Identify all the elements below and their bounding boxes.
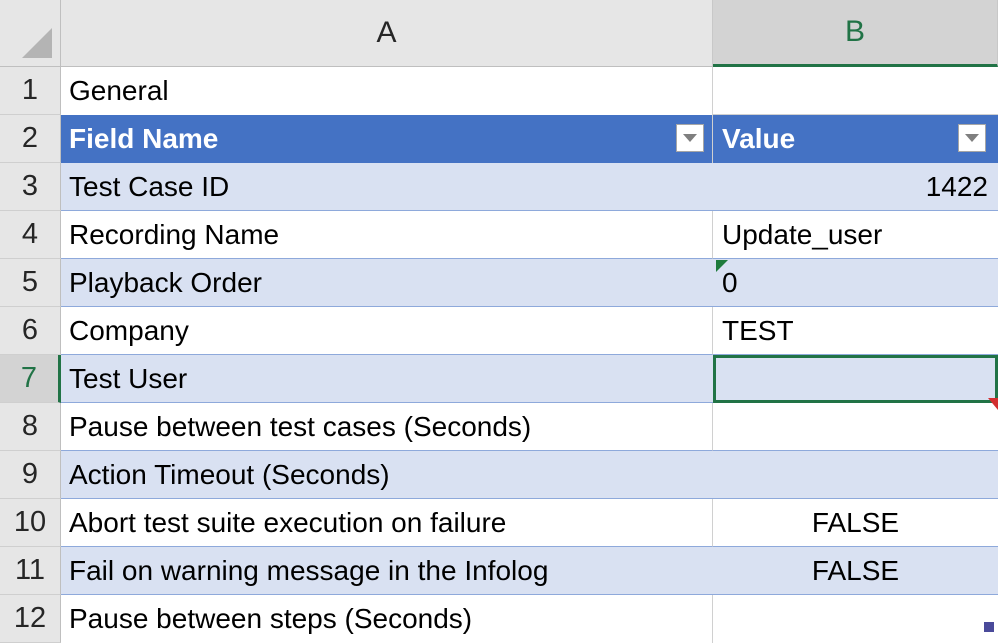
cell-a5[interactable]: Playback Order: [61, 259, 713, 307]
table-header-field-name-label: Field Name: [69, 123, 219, 154]
row-header-3[interactable]: 3: [0, 163, 61, 211]
cell-a12[interactable]: Pause between steps (Seconds): [61, 595, 713, 643]
row-header-2[interactable]: 2: [0, 115, 61, 163]
cell-b12[interactable]: [713, 595, 998, 643]
cell-a3[interactable]: Test Case ID: [61, 163, 713, 211]
column-header-b[interactable]: B: [713, 0, 998, 67]
filter-dropdown-icon: [965, 134, 979, 142]
row-header-6[interactable]: 6: [0, 307, 61, 355]
cell-a6[interactable]: Company: [61, 307, 713, 355]
cell-a1[interactable]: General: [61, 67, 713, 115]
cell-b7-selected[interactable]: [713, 355, 998, 403]
cell-a4[interactable]: Recording Name: [61, 211, 713, 259]
cell-b6[interactable]: TEST: [713, 307, 998, 355]
cell-b9[interactable]: [713, 451, 998, 499]
row-header-10[interactable]: 10: [0, 499, 61, 547]
cell-b1[interactable]: [713, 67, 998, 115]
cell-b4[interactable]: Update_user: [713, 211, 998, 259]
row-header-12[interactable]: 12: [0, 595, 61, 643]
row-header-11[interactable]: 11: [0, 547, 61, 595]
row-header-9[interactable]: 9: [0, 451, 61, 499]
value-filter-button[interactable]: [958, 124, 986, 152]
table-header-field-name[interactable]: Field Name: [61, 115, 713, 163]
cell-b11[interactable]: FALSE: [713, 547, 998, 595]
table-header-value-label: Value: [722, 123, 796, 154]
select-all-icon: [22, 28, 52, 58]
number-as-text-indicator-icon: [716, 260, 728, 272]
comment-indicator-icon: [988, 398, 998, 410]
field-name-filter-button[interactable]: [676, 124, 704, 152]
cell-a10[interactable]: Abort test suite execution on failure: [61, 499, 713, 547]
row-header-5[interactable]: 5: [0, 259, 61, 307]
filter-dropdown-icon: [683, 134, 697, 142]
row-header-4[interactable]: 4: [0, 211, 61, 259]
cell-a7[interactable]: Test User: [61, 355, 713, 403]
spreadsheet: A B 1 General 2 Field Name Value 3 Test …: [0, 0, 998, 643]
cell-b8[interactable]: [713, 403, 998, 451]
cell-a8[interactable]: Pause between test cases (Seconds): [61, 403, 713, 451]
select-all-button[interactable]: [0, 0, 61, 67]
row-header-1[interactable]: 1: [0, 67, 61, 115]
column-header-a[interactable]: A: [61, 0, 713, 67]
cell-b3[interactable]: 1422: [713, 163, 998, 211]
cell-a9[interactable]: Action Timeout (Seconds): [61, 451, 713, 499]
table-header-value[interactable]: Value: [713, 115, 998, 163]
cell-b5[interactable]: 0: [713, 259, 998, 307]
cell-b10[interactable]: FALSE: [713, 499, 998, 547]
cell-a11[interactable]: Fail on warning message in the Infolog: [61, 547, 713, 595]
row-header-7[interactable]: 7: [0, 355, 61, 403]
table-resize-handle[interactable]: [984, 622, 994, 632]
row-header-8[interactable]: 8: [0, 403, 61, 451]
